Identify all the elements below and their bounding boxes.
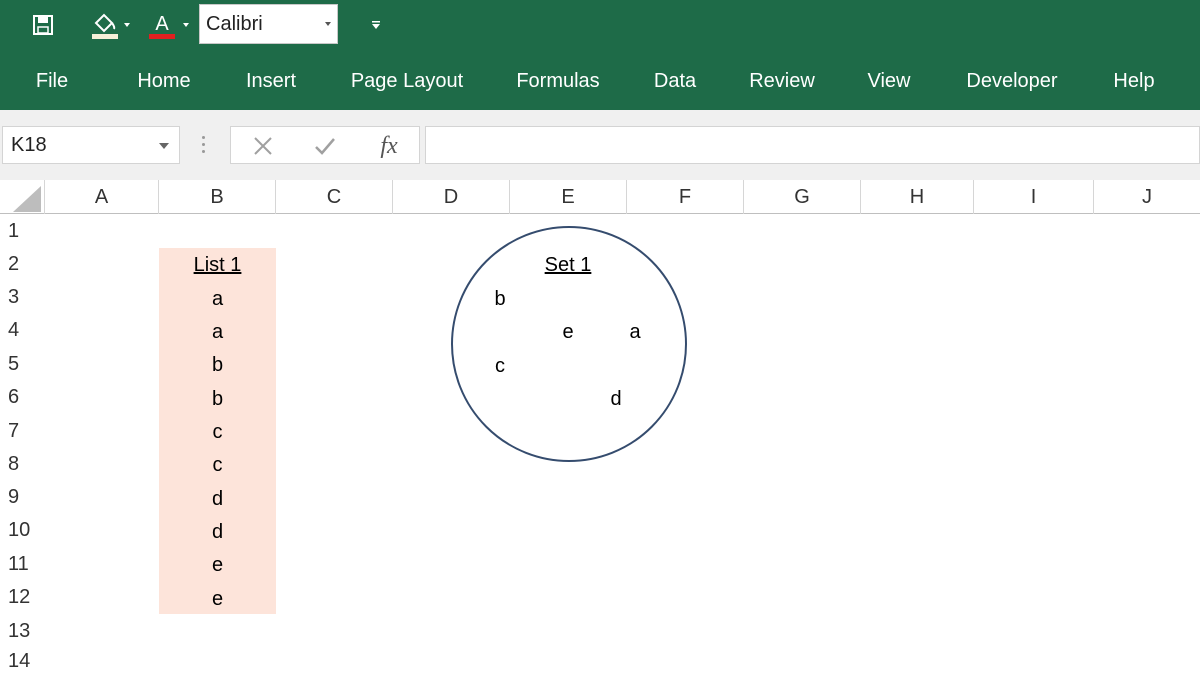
column-header-d[interactable]: D (393, 180, 510, 214)
set-title: Set 1 (544, 254, 592, 276)
font-color-icon[interactable]: A (146, 10, 178, 40)
list-cell[interactable]: c (159, 449, 276, 482)
list-cell[interactable]: a (159, 283, 276, 316)
customize-toolbar-icon[interactable] (368, 10, 384, 40)
tab-file[interactable]: File (36, 70, 68, 93)
list-cell[interactable]: e (159, 549, 276, 582)
row-header-7[interactable]: 7 (0, 414, 44, 448)
name-box[interactable]: K18 (2, 126, 180, 164)
list-cell[interactable]: b (159, 349, 276, 382)
row-header-10[interactable]: 10 (0, 514, 44, 547)
column-header-j[interactable]: J (1094, 180, 1200, 214)
row-header-12[interactable]: 12 (0, 581, 44, 614)
tab-home[interactable]: Home (137, 70, 190, 93)
column-header-g[interactable]: G (744, 180, 861, 214)
quick-access-toolbar: A Calibri (0, 0, 1200, 50)
row-header-11[interactable]: 11 (0, 547, 44, 581)
enter-check-icon[interactable] (305, 127, 345, 165)
tab-formulas[interactable]: Formulas (516, 70, 599, 93)
ribbon-tabs: File Home Insert Page Layout Formulas Da… (0, 60, 1200, 106)
font-color-dropdown-icon[interactable] (181, 10, 191, 40)
list-cell[interactable]: d (159, 516, 276, 549)
formula-buttons: fx (230, 126, 420, 164)
set-element: c (495, 355, 505, 377)
list-header-cell[interactable]: List 1 (159, 249, 276, 282)
font-name-combobox[interactable]: Calibri (199, 4, 338, 44)
list-cell[interactable]: d (159, 483, 276, 516)
row-header-6[interactable]: 6 (0, 381, 44, 414)
name-box-value: K18 (11, 133, 47, 156)
column-header-a[interactable]: A (44, 180, 159, 214)
row-headers: 1 2 3 4 5 6 7 8 9 10 11 12 13 14 (0, 214, 44, 675)
formula-bar-resize-handle[interactable] (201, 134, 207, 156)
fill-color-dropdown-icon[interactable] (122, 10, 132, 40)
row-header-8[interactable]: 8 (0, 448, 44, 481)
insert-function-button[interactable]: fx (369, 127, 409, 165)
svg-text:A: A (155, 13, 169, 35)
list-cell[interactable]: c (159, 416, 276, 449)
tab-review[interactable]: Review (749, 70, 815, 93)
column-header-c[interactable]: C (276, 180, 393, 214)
tab-page-layout[interactable]: Page Layout (351, 70, 463, 93)
tab-data[interactable]: Data (654, 70, 696, 93)
row-header-2[interactable]: 2 (0, 248, 44, 281)
row-header-9[interactable]: 9 (0, 481, 44, 514)
row-header-4[interactable]: 4 (0, 314, 44, 347)
tab-view[interactable]: View (868, 70, 911, 93)
set-element: a (629, 321, 641, 343)
list-cell[interactable]: b (159, 383, 276, 416)
formula-input[interactable] (425, 126, 1200, 164)
tab-developer[interactable]: Developer (966, 70, 1057, 93)
row-header-5[interactable]: 5 (0, 347, 44, 381)
column-header-h[interactable]: H (861, 180, 974, 214)
name-box-dropdown-icon[interactable] (159, 143, 169, 149)
row-header-14[interactable]: 14 (0, 648, 44, 675)
set-element: d (610, 388, 622, 410)
tab-help[interactable]: Help (1113, 70, 1154, 93)
cancel-icon[interactable] (243, 127, 283, 165)
row-header-3[interactable]: 3 (0, 281, 44, 314)
column-header-f[interactable]: F (627, 180, 744, 214)
font-name-value: Calibri (206, 12, 263, 35)
set-element: e (562, 321, 574, 343)
column-header-e[interactable]: E (510, 180, 627, 214)
save-icon[interactable] (28, 10, 58, 40)
row-header-13[interactable]: 13 (0, 614, 44, 648)
list-cell[interactable]: a (159, 316, 276, 349)
row-header-1[interactable]: 1 (0, 214, 44, 248)
column-headers: A B C D E F G H I J (0, 180, 1200, 214)
column-header-b[interactable]: B (159, 180, 276, 214)
column-header-i[interactable]: I (974, 180, 1094, 214)
fill-color-icon[interactable] (88, 10, 122, 40)
list-cell[interactable]: e (159, 583, 276, 616)
set-element: b (494, 288, 506, 310)
font-name-dropdown-icon[interactable] (325, 22, 331, 26)
tab-insert[interactable]: Insert (246, 70, 296, 93)
